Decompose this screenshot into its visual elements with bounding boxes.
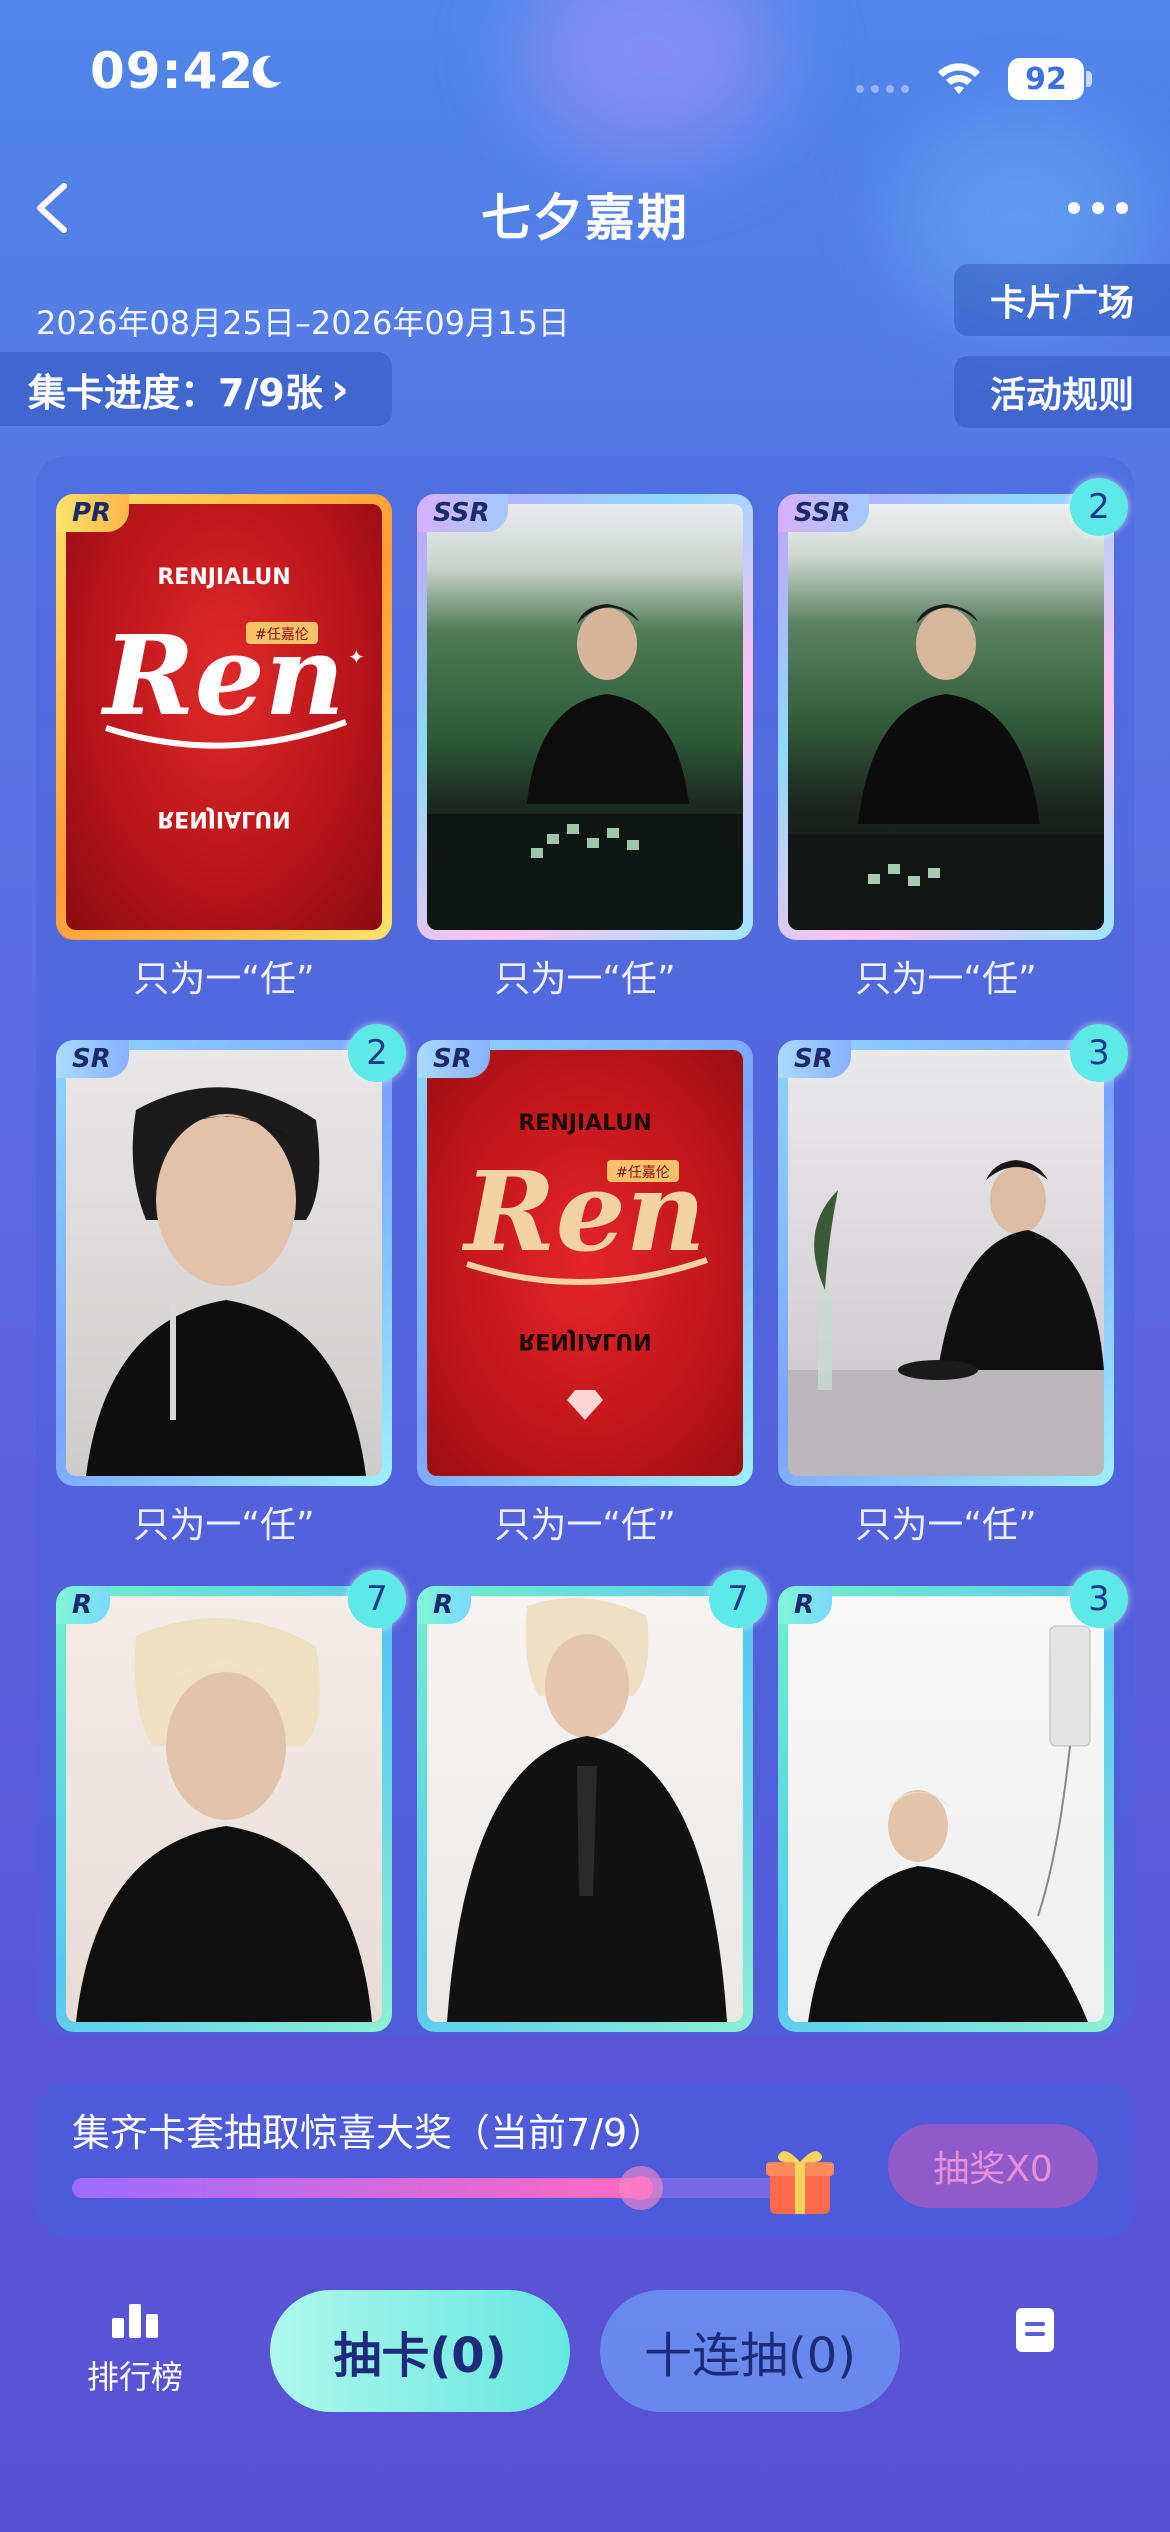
card-item[interactable]: SR RENJIALUN #任嘉伦 Ren RENJIALUN (417, 1040, 753, 1486)
card-count-badge: 2 (1070, 478, 1128, 536)
battery-cap (1086, 71, 1092, 87)
card-item[interactable]: SSR 2 (778, 478, 1128, 940)
collection-reward-panel: 集齐卡套抽取惊喜大奖（当前7/9） 抽奖X0 (36, 2082, 1134, 2238)
photo-portrait (788, 1160, 1104, 1476)
rarity-badge: R (417, 1586, 472, 1624)
rarity-badge: PR (56, 494, 130, 532)
status-time: 09:42 (90, 42, 255, 100)
card-count-badge: 3 (1070, 1024, 1128, 1082)
photo-portrait (86, 1087, 366, 1476)
collection-reward-text: 集齐卡套抽取惊喜大奖（当前7/9） (72, 2111, 666, 2155)
collection-progress-bar (72, 2166, 802, 2210)
photo-portrait (427, 604, 743, 930)
wifi-icon (938, 63, 980, 94)
card-caption: 只为一“任” (855, 1505, 1037, 1546)
nav-bar: 七夕嘉期 (0, 150, 1170, 270)
card-item[interactable]: PR RENJIALUN #任嘉伦 Ren RENJIALUN ✦ (56, 494, 392, 940)
gift-icon (766, 2151, 834, 2214)
battery-indicator: 92 (1008, 58, 1084, 100)
svg-text:RENJIALUN: RENJIALUN (157, 806, 290, 831)
rules-button[interactable]: 活动规则 (954, 356, 1170, 428)
card-caption: 只为一“任” (494, 959, 676, 1000)
rarity-badge: SSR (417, 494, 508, 532)
photo-portrait (808, 1625, 1091, 2022)
leaderboard-button[interactable]: 排行榜 (70, 2300, 200, 2398)
rarity-badge: SSR (778, 494, 869, 532)
card-item[interactable]: SR 2 (56, 1024, 406, 1486)
card-caption: 只为一“任” (494, 1505, 676, 1546)
ten-draw-button[interactable]: 十连抽(0) (600, 2290, 900, 2412)
leaderboard-label: 排行榜 (86, 2358, 183, 2396)
card-count-badge: 3 (1070, 1570, 1128, 1628)
svg-text:RENJIALUN: RENJIALUN (518, 1111, 651, 1136)
photo-portrait (447, 1598, 727, 2022)
moon-icon (252, 55, 281, 88)
chevron-right-icon: › (330, 363, 349, 415)
collection-progress-button[interactable]: 集卡进度：7/9张 › (0, 352, 392, 426)
draw-card-button[interactable]: 抽卡(0) (270, 2290, 570, 2412)
progress-knob (619, 2166, 664, 2210)
page-title: 七夕嘉期 (481, 189, 689, 247)
rarity-badge: SR (56, 1040, 129, 1078)
status-bar: 09:42 92 (0, 0, 1170, 150)
card-item[interactable]: SR 3 (778, 1024, 1128, 1486)
card-count-badge: 7 (709, 1570, 767, 1628)
card-plaza-button[interactable]: 卡片广场 (954, 264, 1170, 336)
rarity-badge: SR (778, 1040, 851, 1078)
rarity-badge: R (56, 1586, 111, 1624)
ren-logo-artwork: RENJIALUN #任嘉伦 Ren RENJIALUN (461, 1111, 708, 1420)
rarity-badge: R (778, 1586, 833, 1624)
card-item[interactable]: R 7 (417, 1570, 767, 2032)
card-caption: 只为一“任” (133, 959, 315, 1000)
card-item[interactable]: R 3 (778, 1570, 1128, 2032)
card-grid: PR RENJIALUN #任嘉伦 Ren RENJIALUN ✦ SSR SS… (36, 456, 1134, 2036)
event-dates: 2026年08月25日–2026年09月15日 (36, 304, 570, 342)
svg-text:RENJIALUN: RENJIALUN (157, 565, 290, 590)
signal-icon (856, 85, 909, 93)
more-icon[interactable] (1066, 200, 1130, 216)
svg-text:✦: ✦ (348, 645, 365, 669)
progress-fill (72, 2178, 642, 2198)
card-count-badge: 2 (348, 1024, 406, 1082)
photo-portrait (788, 604, 1104, 930)
rarity-badge: SR (417, 1040, 490, 1078)
card-caption: 只为一“任” (133, 1505, 315, 1546)
svg-text:RENJIALUN: RENJIALUN (518, 1328, 651, 1353)
photo-portrait (76, 1618, 372, 2022)
record-doc-icon[interactable] (1016, 2308, 1054, 2352)
card-item[interactable]: SSR (417, 494, 753, 940)
svg-text:Ren: Ren (100, 611, 344, 740)
leaderboard-icon (112, 2304, 158, 2338)
ren-logo-artwork: RENJIALUN #任嘉伦 Ren RENJIALUN ✦ (100, 565, 365, 831)
card-caption: 只为一“任” (855, 959, 1037, 1000)
card-item[interactable]: R 7 (56, 1570, 406, 2032)
collection-progress-label: 集卡进度：7/9张 (28, 370, 323, 415)
card-count-badge: 7 (348, 1570, 406, 1628)
lottery-button[interactable]: 抽奖X0 (888, 2124, 1098, 2208)
svg-text:Ren: Ren (461, 1147, 705, 1276)
